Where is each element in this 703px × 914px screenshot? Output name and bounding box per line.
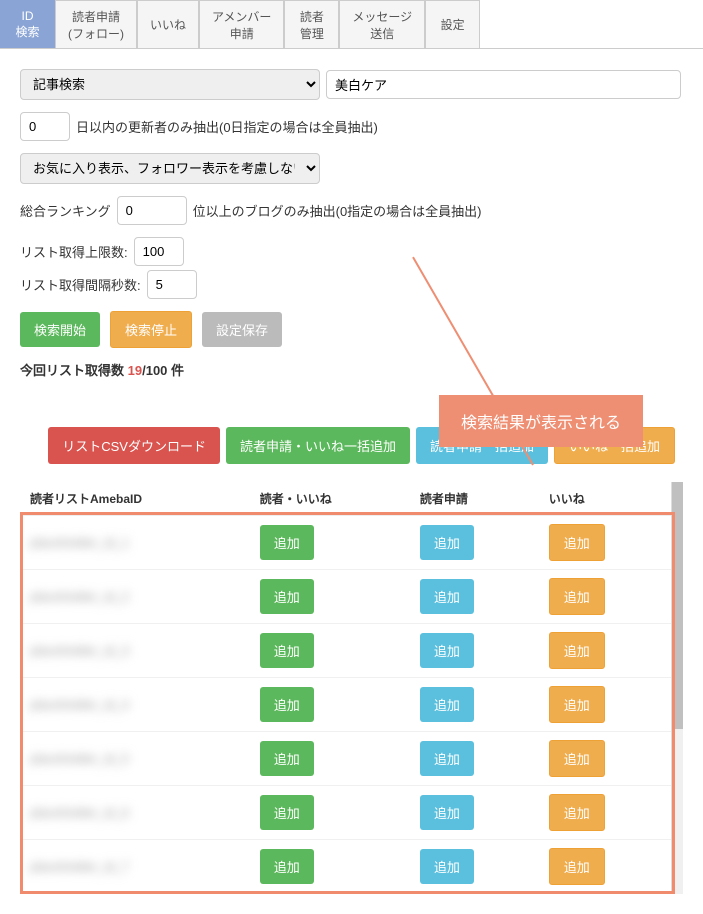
content-area: 記事検索 日以内の更新者のみ抽出(0日指定の場合は全員抽出) お気に入り表示、フ… [0,49,703,914]
status-row: 今回リスト取得数 19/100 件 [20,360,683,379]
table-row: placeholder_id_5 追加 追加 追加 [20,732,671,786]
add-like-button[interactable]: 追加 [549,740,605,777]
tab-like[interactable]: いいね [137,0,199,48]
bulk-reader-like-button[interactable]: 読者申請・いいね一括追加 [226,427,410,464]
scrollbar[interactable] [671,482,683,894]
table-row: placeholder_id_3 追加 追加 追加 [20,624,671,678]
cell-ameba-id: placeholder_id_1 [20,516,250,570]
favorite-select[interactable]: お気に入り表示、フォロワー表示を考慮しない [20,153,320,184]
days-label: 日以内の更新者のみ抽出(0日指定の場合は全員抽出) [76,117,378,136]
th-like: いいね [539,482,671,516]
status-current: 19 [128,363,142,378]
search-keyword-input[interactable] [326,70,681,99]
cell-ameba-id: placeholder_id_2 [20,570,250,624]
add-like-button[interactable]: 追加 [549,632,605,669]
table-row: placeholder_id_1 追加 追加 追加 [20,516,671,570]
tab-amember[interactable]: アメンバー 申請 [199,0,284,48]
th-reader-like: 読者・いいね [250,482,410,516]
tab-settings[interactable]: 設定 [425,0,480,48]
days-input[interactable] [20,112,70,141]
add-like-button[interactable]: 追加 [549,686,605,723]
result-table: 読者リストAmebaID 読者・いいね 読者申請 いいね placeholder… [20,482,671,894]
add-reader-button[interactable]: 追加 [420,633,474,668]
cell-ameba-id: placeholder_id_5 [20,732,250,786]
status-total: 100 [146,363,168,378]
table-row: placeholder_id_2 追加 追加 追加 [20,570,671,624]
table-row: placeholder_id_4 追加 追加 追加 [20,678,671,732]
settings-save-button[interactable]: 設定保存 [202,312,282,347]
add-reader-button[interactable]: 追加 [420,849,474,884]
cell-ameba-id: placeholder_id_3 [20,624,250,678]
ranking-suffix: 位以上のブログのみ抽出(0指定の場合は全員抽出) [193,201,482,220]
search-start-button[interactable]: 検索開始 [20,312,100,347]
status-prefix: 今回リスト取得数 [20,363,128,378]
interval-input[interactable] [147,270,197,299]
cell-ameba-id: placeholder_id_6 [20,786,250,840]
th-reader-apply: 読者申請 [410,482,539,516]
add-reader-button[interactable]: 追加 [420,795,474,830]
add-reader-button[interactable]: 追加 [420,687,474,722]
annotation-callout: 検索結果が表示される [439,395,643,447]
tab-bar: ID 検索 読者申請 (フォロー) いいね アメンバー 申請 読者 管理 メッセ… [0,0,703,49]
ranking-prefix: 総合ランキング [20,201,111,220]
status-unit: 件 [167,363,184,378]
tab-id-search[interactable]: ID 検索 [0,0,55,48]
cell-ameba-id: placeholder_id_7 [20,840,250,894]
add-reader-like-button[interactable]: 追加 [260,849,314,884]
interval-label: リスト取得間隔秒数: [20,275,141,294]
table-row: placeholder_id_6 追加 追加 追加 [20,786,671,840]
add-reader-like-button[interactable]: 追加 [260,795,314,830]
add-reader-like-button[interactable]: 追加 [260,741,314,776]
th-ameba-id: 読者リストAmebaID [20,482,250,516]
add-reader-like-button[interactable]: 追加 [260,525,314,560]
search-stop-button[interactable]: 検索停止 [110,311,192,348]
add-like-button[interactable]: 追加 [549,524,605,561]
add-reader-like-button[interactable]: 追加 [260,633,314,668]
tab-message[interactable]: メッセージ 送信 [339,0,425,48]
add-reader-like-button[interactable]: 追加 [260,579,314,614]
add-reader-button[interactable]: 追加 [420,741,474,776]
add-reader-like-button[interactable]: 追加 [260,687,314,722]
add-like-button[interactable]: 追加 [549,794,605,831]
add-reader-button[interactable]: 追加 [420,579,474,614]
csv-download-button[interactable]: リストCSVダウンロード [48,427,220,464]
ranking-input[interactable] [117,196,187,225]
tab-reader-apply[interactable]: 読者申請 (フォロー) [55,0,137,48]
limit-input[interactable] [134,237,184,266]
tab-reader-manage[interactable]: 読者 管理 [284,0,339,48]
cell-ameba-id: placeholder_id_4 [20,678,250,732]
table-row: placeholder_id_7 追加 追加 追加 [20,840,671,894]
add-like-button[interactable]: 追加 [549,578,605,615]
limit-label: リスト取得上限数: [20,242,128,261]
add-reader-button[interactable]: 追加 [420,525,474,560]
add-like-button[interactable]: 追加 [549,848,605,885]
search-type-select[interactable]: 記事検索 [20,69,320,100]
scrollbar-thumb[interactable] [672,482,683,729]
